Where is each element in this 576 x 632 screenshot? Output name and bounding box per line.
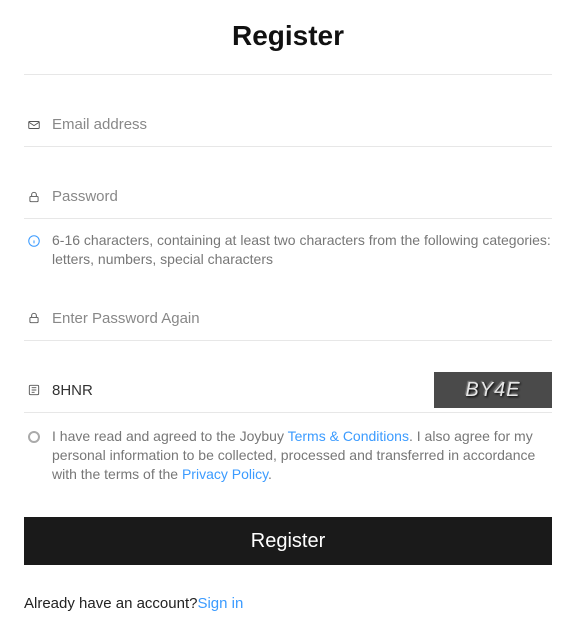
confirm-password-input[interactable] xyxy=(52,297,552,340)
divider xyxy=(24,74,552,75)
signin-row: Already have an account?Sign in xyxy=(24,595,552,612)
signin-prompt: Already have an account? xyxy=(24,595,197,612)
lock-icon xyxy=(24,308,44,328)
password-field-row xyxy=(24,175,552,219)
circle-icon xyxy=(28,431,40,443)
confirm-password-field-row xyxy=(24,297,552,341)
password-input[interactable] xyxy=(52,175,552,218)
terms-conditions-link[interactable]: Terms & Conditions xyxy=(288,428,409,444)
terms-pre: I have read and agreed to the Joybuy xyxy=(52,428,288,444)
privacy-policy-link[interactable]: Privacy Policy xyxy=(182,466,268,482)
info-icon xyxy=(24,231,44,251)
captcha-icon xyxy=(24,380,44,400)
captcha-image[interactable]: BY4E xyxy=(434,372,552,408)
terms-post: . xyxy=(268,466,272,482)
password-hint-row: 6-16 characters, containing at least two… xyxy=(24,231,552,269)
email-field-row xyxy=(24,103,552,147)
terms-radio[interactable] xyxy=(24,427,44,447)
register-button[interactable]: Register xyxy=(24,517,552,565)
lock-icon xyxy=(24,187,44,207)
captcha-field-row: BY4E xyxy=(24,369,552,413)
signin-link[interactable]: Sign in xyxy=(197,595,243,612)
password-hint-text: 6-16 characters, containing at least two… xyxy=(52,231,552,269)
email-input[interactable] xyxy=(52,103,552,146)
terms-text: I have read and agreed to the Joybuy Ter… xyxy=(52,427,552,484)
envelope-icon xyxy=(24,115,44,135)
page-title: Register xyxy=(24,14,552,74)
terms-row: I have read and agreed to the Joybuy Ter… xyxy=(24,427,552,484)
